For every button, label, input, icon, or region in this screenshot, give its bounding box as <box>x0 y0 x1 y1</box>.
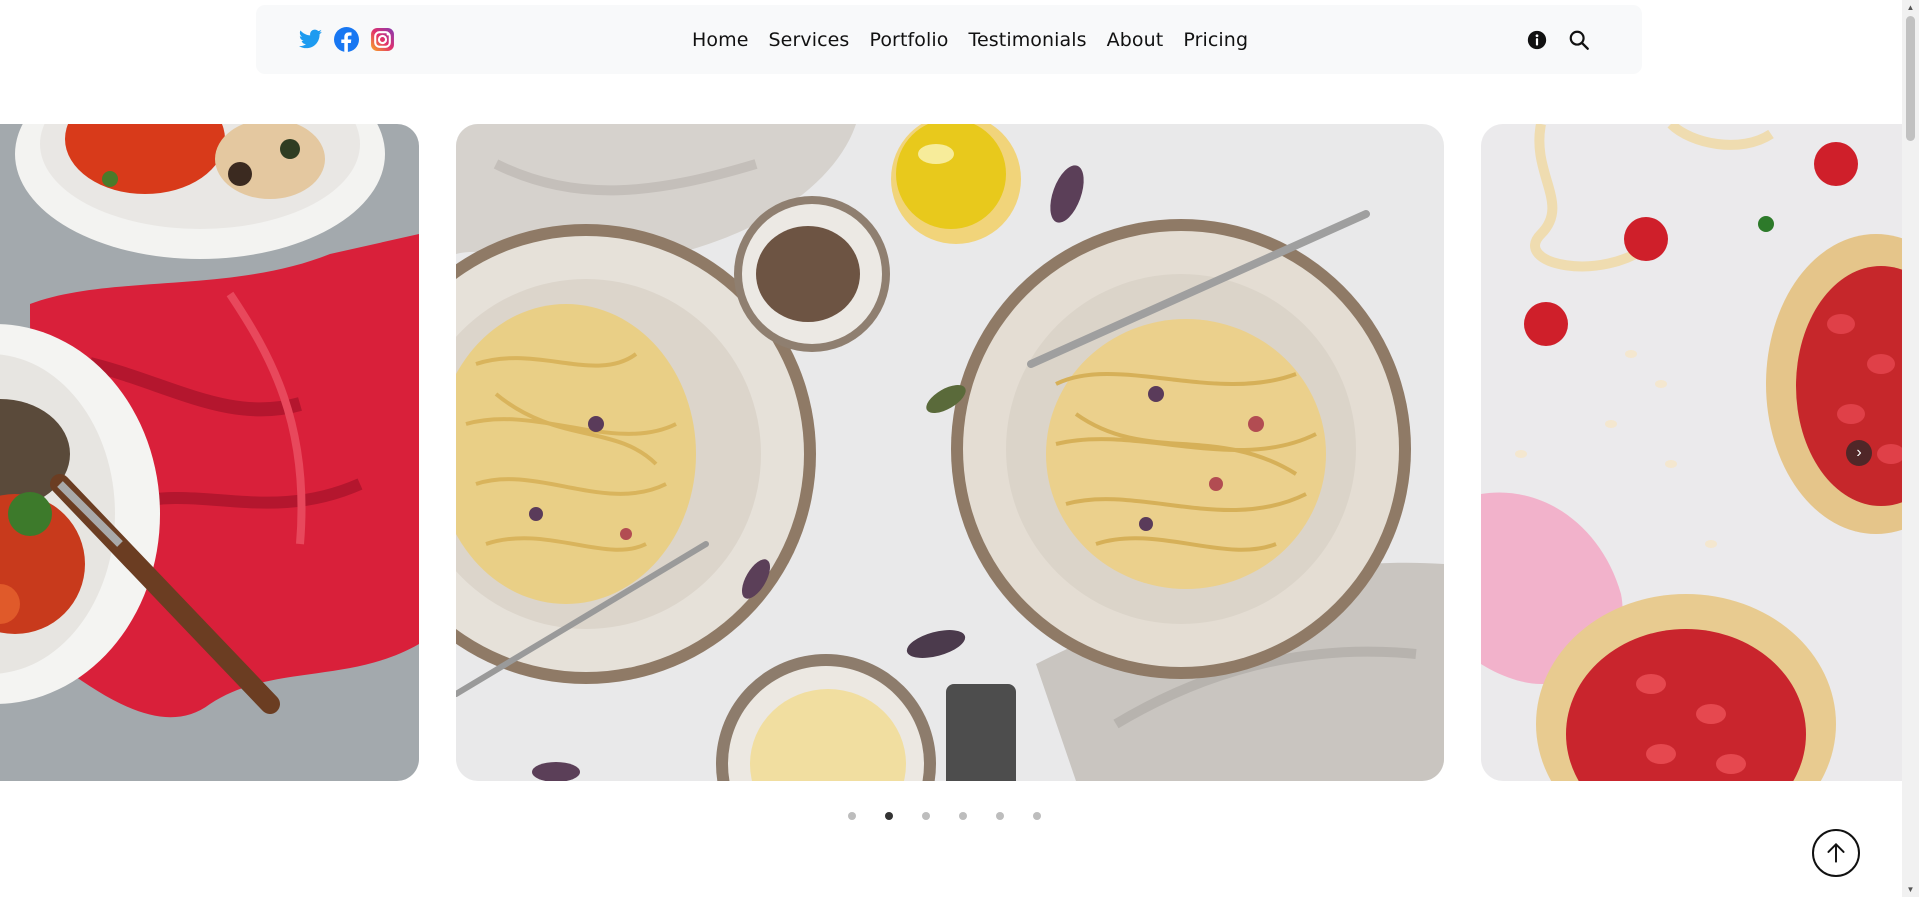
vertical-scrollbar[interactable]: ▲ ▼ <box>1902 0 1919 897</box>
info-icon[interactable] <box>1526 29 1548 51</box>
social-links <box>298 27 395 52</box>
instagram-icon[interactable] <box>370 27 395 52</box>
carousel-dot-6[interactable] <box>1033 812 1041 820</box>
carousel-dot-2[interactable] <box>885 812 893 820</box>
scroll-down-arrow-icon[interactable]: ▼ <box>1902 882 1919 897</box>
slide-roasted-vegetables-bowls[interactable] <box>0 124 419 781</box>
scroll-thumb[interactable] <box>1906 16 1915 141</box>
search-icon[interactable] <box>1568 29 1590 51</box>
nav-services[interactable]: Services <box>769 29 850 51</box>
facebook-icon[interactable] <box>334 27 359 52</box>
food-photo-vegetables <box>0 124 419 781</box>
main-menu: Home Services Portfolio Testimonials Abo… <box>692 5 1248 74</box>
carousel-dot-5[interactable] <box>996 812 1004 820</box>
twitter-icon[interactable] <box>298 27 323 52</box>
nav-about[interactable]: About <box>1107 29 1164 51</box>
arrow-up-icon <box>1827 843 1845 863</box>
header-tools <box>1526 29 1590 51</box>
nav-portfolio[interactable]: Portfolio <box>869 29 948 51</box>
nav-pricing[interactable]: Pricing <box>1183 29 1248 51</box>
nav-home[interactable]: Home <box>692 29 749 51</box>
carousel-dot-4[interactable] <box>959 812 967 820</box>
slide-strawberry-galette[interactable] <box>1481 124 1905 781</box>
navbar: Home Services Portfolio Testimonials Abo… <box>256 5 1642 74</box>
carousel-next-button[interactable]: › <box>1846 440 1872 466</box>
scroll-up-arrow-icon[interactable]: ▲ <box>1902 0 1919 15</box>
carousel-dot-3[interactable] <box>922 812 930 820</box>
food-photo-pasta <box>456 124 1444 781</box>
carousel-dot-1[interactable] <box>848 812 856 820</box>
nav-testimonials[interactable]: Testimonials <box>969 29 1087 51</box>
carousel-pagination <box>848 812 1041 820</box>
chevron-right-icon: › <box>1856 444 1862 461</box>
back-to-top-button[interactable] <box>1812 829 1860 877</box>
slide-pasta-carbonara-plates[interactable] <box>456 124 1444 781</box>
food-photo-strawberry-galette <box>1481 124 1905 781</box>
